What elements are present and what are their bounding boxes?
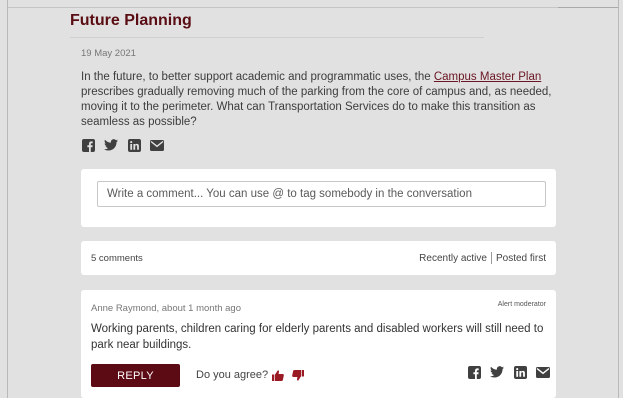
post-date: 19 May 2021 — [81, 48, 136, 59]
comments-toolbar: 5 comments Recently active Posted first — [81, 241, 556, 275]
comment-input[interactable] — [97, 181, 546, 207]
facebook-icon[interactable] — [80, 138, 96, 152]
post-share-row — [80, 138, 165, 152]
comment-count: 5 comments — [91, 253, 143, 264]
linkedin-icon[interactable] — [126, 138, 142, 152]
alert-moderator-link[interactable]: Alert moderator — [498, 301, 546, 308]
twitter-icon[interactable] — [103, 138, 119, 152]
agree-label: Do you agree? — [196, 369, 269, 381]
comment-composer-card — [81, 169, 556, 227]
thumbs-down-icon[interactable] — [292, 369, 305, 381]
email-icon[interactable] — [535, 365, 551, 379]
top-divider — [8, 7, 618, 8]
campus-master-plan-link[interactable]: Campus Master Plan — [434, 71, 541, 83]
post-body: In the future, to better support academi… — [81, 70, 557, 130]
comment-text: Working parents, children caring for eld… — [91, 323, 544, 351]
post-body-start: In the future, to better support academi… — [81, 71, 434, 83]
sort-posted-first[interactable]: Posted first — [496, 253, 546, 264]
reply-button[interactable]: REPLY — [91, 364, 180, 387]
agree-vote: Do you agree? — [196, 369, 305, 381]
page-title: Future Planning — [70, 12, 192, 29]
left-frame-edge — [0, 0, 8, 398]
sort-divider — [490, 252, 492, 264]
sort-options: Recently active Posted first — [419, 252, 546, 264]
right-scroll-edge[interactable] — [618, 0, 623, 398]
comment-share-row — [466, 365, 551, 379]
top-divider-accent — [558, 7, 618, 8]
email-icon[interactable] — [149, 138, 165, 152]
title-divider — [70, 37, 484, 38]
twitter-icon[interactable] — [489, 365, 505, 379]
sort-recently-active[interactable]: Recently active — [419, 253, 487, 264]
comment-author-time: Anne Raymond, about 1 month ago — [91, 303, 241, 314]
facebook-icon[interactable] — [466, 365, 482, 379]
linkedin-icon[interactable] — [512, 365, 528, 379]
thumbs-up-icon[interactable] — [272, 369, 285, 381]
comment-card: Anne Raymond, about 1 month ago Alert mo… — [81, 290, 556, 398]
post-body-end: prescribes gradually removing much of th… — [81, 86, 552, 128]
